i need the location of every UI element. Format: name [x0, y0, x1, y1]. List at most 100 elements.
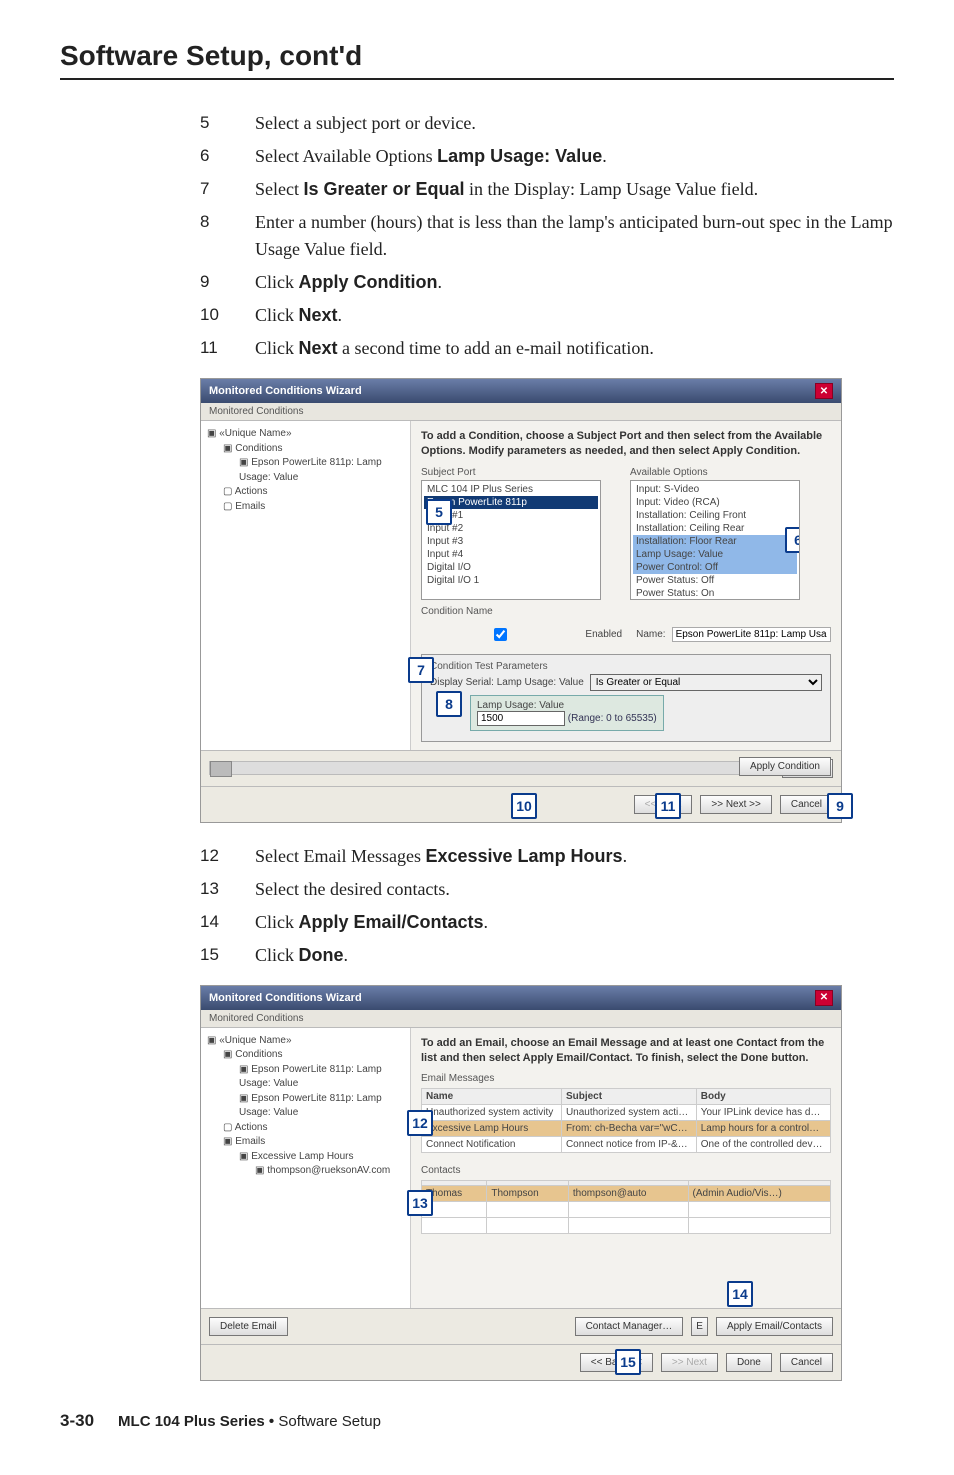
tree-contact-item[interactable]: ▣ thompson@rueksonAV.com [255, 1164, 404, 1179]
step-text: Select the desired contacts. [255, 876, 894, 903]
list-item[interactable]: Digital I/O [424, 561, 598, 574]
callout-8: 8 [436, 691, 462, 717]
enabled-checkbox[interactable] [425, 628, 576, 641]
tree-email-item[interactable]: ▣ Excessive Lamp Hours [239, 1150, 404, 1165]
step-12: 12 Select Email Messages Excessive Lamp … [200, 843, 894, 870]
step-num: 13 [200, 876, 255, 903]
tree-actions[interactable]: ▢ Actions [223, 1121, 404, 1136]
table-header-row: Name Subject Body [422, 1089, 831, 1105]
list-item[interactable]: Lamp Usage: Value [633, 548, 797, 561]
range-label: (Range: 0 to 65535) [568, 713, 657, 724]
tree-actions[interactable]: ▢ Actions [223, 485, 404, 500]
step-6: 6 Select Available Options Lamp Usage: V… [200, 143, 894, 170]
step-7: 7 Select Is Greater or Equal in the Disp… [200, 176, 894, 203]
list-item[interactable]: Digital I/O 1 [424, 574, 598, 587]
tree-condition-item[interactable]: ▣ Epson PowerLite 811p: Lamp Usage: Valu… [239, 1063, 404, 1092]
next-button[interactable]: >> Next >> [700, 795, 771, 814]
step-num: 15 [200, 942, 255, 969]
contacts-label: Contacts [421, 1165, 831, 1176]
col-subject[interactable]: Subject [561, 1089, 696, 1105]
compare-select[interactable]: Is Greater or Equal [590, 674, 822, 691]
condition-test-label: Condition Test Parameters [430, 661, 822, 672]
tree-root[interactable]: ▣ «Unique Name» [207, 1034, 404, 1049]
table-row-selected[interactable]: Thomas Thompson thompson@auto (Admin Aud… [422, 1186, 831, 1202]
step-15: 15 Click Done. [200, 942, 894, 969]
col-body[interactable]: Body [696, 1089, 830, 1105]
list-item[interactable]: Power Control: Off [633, 561, 797, 574]
wizard-instructions: To add an Email, choose an Email Message… [421, 1036, 831, 1066]
tree-condition-item[interactable]: ▣ Epson PowerLite 811p: Lamp Usage: Valu… [239, 456, 404, 485]
available-options-list[interactable]: Input: S-Video Input: Video (RCA) Instal… [630, 480, 800, 600]
tree-root[interactable]: ▣ «Unique Name» [207, 427, 404, 442]
list-item[interactable]: Power Status: On [633, 587, 797, 600]
step-num: 11 [200, 335, 255, 362]
callout-6: 6 [785, 527, 800, 553]
lamp-field-label: Lamp Usage: Value [477, 700, 657, 711]
condition-tree[interactable]: ▣ «Unique Name» ▣ Conditions ▣ Epson Pow… [201, 421, 411, 750]
tree-condition-item[interactable]: ▣ Epson PowerLite 811p: Lamp Usage: Valu… [239, 1092, 404, 1121]
email-messages-table[interactable]: Name Subject Body Unauthorized system ac… [421, 1088, 831, 1153]
list-item[interactable]: MLC 104 IP Plus Series [424, 483, 598, 496]
display-label: Display Serial: Lamp Usage: Value [430, 677, 584, 688]
list-item[interactable]: Input: Video (RCA) [633, 496, 797, 509]
dialog-subhead: Monitored Conditions [201, 403, 841, 421]
apply-email-contacts-button[interactable]: Apply Email/Contacts [716, 1317, 833, 1336]
table-row[interactable]: Unauthorized system activity Unauthorize… [422, 1105, 831, 1121]
tree-conditions[interactable]: ▣ Conditions [223, 1048, 404, 1063]
list-item[interactable]: Input: S-Video [633, 483, 797, 496]
step-text: Select Email Messages Excessive Lamp Hou… [255, 843, 894, 870]
condition-name-input[interactable] [672, 627, 831, 642]
step-text: Click Done. [255, 942, 894, 969]
list-item[interactable]: Installation: Floor Rear [633, 535, 797, 548]
table-row[interactable]: Connect Notification Connect notice from… [422, 1137, 831, 1153]
tree-emails[interactable]: ▣ Emails [223, 1135, 404, 1150]
condition-name-label: Condition Name [421, 606, 831, 617]
table-row-selected[interactable]: Excessive Lamp Hours From: ch-Becha var=… [422, 1121, 831, 1137]
subject-port-list[interactable]: MLC 104 IP Plus Series Epson PowerLite 8… [421, 480, 601, 600]
step-num: 6 [200, 143, 255, 170]
close-icon[interactable]: ✕ [815, 383, 833, 399]
step-9: 9 Click Apply Condition. [200, 269, 894, 296]
col-name[interactable]: Name [422, 1089, 562, 1105]
step-text: Click Apply Condition. [255, 269, 894, 296]
step-num: 8 [200, 209, 255, 263]
tree-conditions[interactable]: ▣ Conditions [223, 442, 404, 457]
condition-test-panel: 7 Condition Test Parameters Display Seri… [421, 654, 831, 742]
table-row[interactable] [422, 1202, 831, 1218]
dialog-title: Monitored Conditions Wizard [209, 992, 362, 1004]
list-item[interactable]: Installation: Ceiling Front [633, 509, 797, 522]
callout-9: 9 [827, 793, 853, 819]
table-row[interactable] [422, 1218, 831, 1234]
apply-condition-button[interactable]: Apply Condition [739, 757, 831, 776]
cancel-button[interactable]: Cancel [780, 1353, 833, 1372]
contact-manager-button[interactable]: Contact Manager… [575, 1317, 684, 1336]
steps-list-b: 12 Select Email Messages Excessive Lamp … [200, 843, 894, 969]
progress-slider[interactable] [209, 761, 764, 775]
condition-tree[interactable]: ▣ «Unique Name» ▣ Conditions ▣ Epson Pow… [201, 1028, 411, 1308]
list-item[interactable]: Installation: Ceiling Rear [633, 522, 797, 535]
step-num: 12 [200, 843, 255, 870]
step-8: 8 Enter a number (hours) that is less th… [200, 209, 894, 263]
contacts-table[interactable]: Thomas Thompson thompson@auto (Admin Aud… [421, 1180, 831, 1234]
step-text: Select Available Options Lamp Usage: Val… [255, 143, 894, 170]
list-item[interactable]: Input #4 [424, 548, 598, 561]
list-item[interactable]: Input #3 [424, 535, 598, 548]
next-button[interactable]: >> Next [661, 1353, 718, 1372]
step-num: 9 [200, 269, 255, 296]
lamp-value-input[interactable] [477, 711, 565, 726]
slider-thumb[interactable] [210, 761, 232, 777]
callout-15: 15 [615, 1349, 641, 1375]
figure-1-wizard: Monitored Conditions Wizard ✕ Monitored … [200, 378, 842, 823]
cancel-button[interactable]: Cancel [780, 795, 833, 814]
step-text: Select a subject port or device. [255, 110, 894, 137]
email-messages-label: Email Messages [421, 1073, 831, 1084]
close-icon[interactable]: ✕ [815, 990, 833, 1006]
tree-emails[interactable]: ▢ Emails [223, 500, 404, 515]
edit-button[interactable]: E [691, 1317, 708, 1336]
step-13: 13 Select the desired contacts. [200, 876, 894, 903]
list-item[interactable]: Power Status: Off [633, 574, 797, 587]
figure-2-wizard: Monitored Conditions Wizard ✕ Monitored … [200, 985, 842, 1381]
step-num: 10 [200, 302, 255, 329]
done-button[interactable]: Done [726, 1353, 772, 1372]
delete-email-button[interactable]: Delete Email [209, 1317, 288, 1336]
